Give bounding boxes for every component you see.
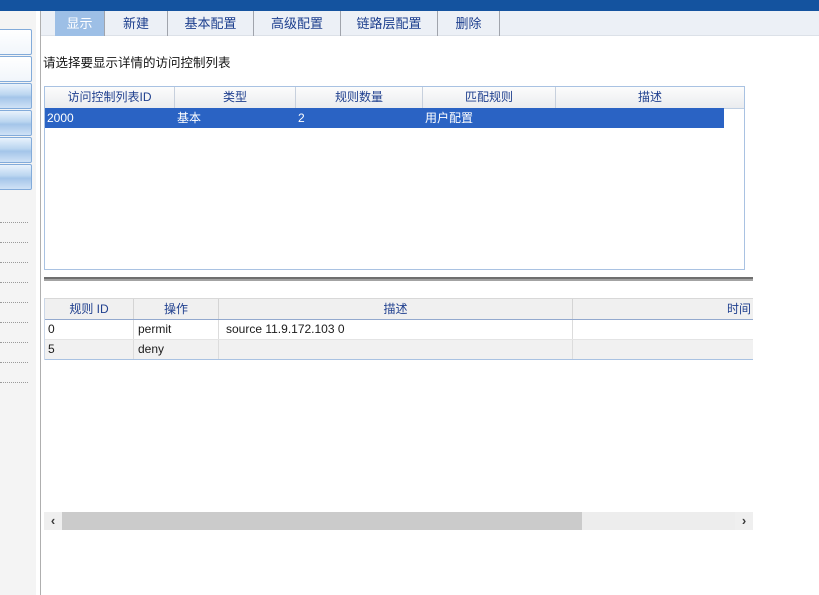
rule-header-id: 规则 ID (45, 299, 134, 319)
rule-table-row[interactable]: 0 permit source 11.9.172.103 0 (45, 320, 753, 340)
acl-table: 访问控制列表ID 类型 规则数量 匹配规则 描述 2000 基本 2 用户配置 (44, 86, 745, 270)
acl-table-header: 访问控制列表ID 类型 规则数量 匹配规则 描述 (45, 87, 744, 109)
acl-header-rule-count: 规则数量 (296, 87, 423, 108)
sidebar-button-1[interactable] (0, 29, 32, 55)
sidebar-button-4[interactable] (0, 110, 32, 136)
tab-basic-config[interactable]: 基本配置 (167, 11, 253, 36)
tab-show[interactable]: 显示 (55, 11, 104, 36)
rule-header-time: 时间 (726, 302, 751, 316)
rule-header-desc: 描述 (219, 299, 573, 319)
rule-cell-id: 5 (45, 340, 134, 359)
sidebar-button-6[interactable] (0, 164, 32, 190)
sidebar-menu-divider (0, 262, 28, 263)
tab-link-layer-config[interactable]: 链路层配置 (340, 11, 437, 36)
rule-table-viewport: 规则 ID 操作 描述 时间 0 permit source 11.9.172.… (44, 298, 753, 360)
rule-table: 规则 ID 操作 描述 时间 0 permit source 11.9.172.… (45, 298, 753, 360)
acl-header-type: 类型 (175, 87, 296, 108)
rule-table-row[interactable]: 5 deny (45, 340, 753, 360)
sidebar-menu-divider (0, 242, 28, 243)
main-pane: 显示 新建 基本配置 高级配置 链路层配置 删除 请选择要显示详情的访问控制列表… (41, 11, 819, 595)
tab-advanced-config[interactable]: 高级配置 (253, 11, 340, 36)
select-acl-hint: 请选择要显示详情的访问控制列表 (43, 56, 231, 70)
rule-header-action: 操作 (134, 299, 219, 319)
rule-cell-action: deny (134, 340, 219, 359)
sidebar-menu-divider (0, 362, 28, 363)
tab-new[interactable]: 新建 (104, 11, 167, 36)
scroll-left-icon[interactable]: ‹ (44, 512, 62, 530)
acl-cell-type: 基本 (177, 111, 202, 125)
action-tabbar: 显示 新建 基本配置 高级配置 链路层配置 删除 (41, 11, 819, 36)
acl-cell-match: 用户配置 (425, 111, 474, 125)
acl-cell-desc (556, 108, 724, 128)
acl-cell-rule-count: 2 (298, 111, 305, 125)
sidebar (0, 11, 36, 595)
acl-header-id: 访问控制列表ID (45, 87, 175, 108)
sidebar-button-3[interactable] (0, 83, 32, 109)
sidebar-menu-divider (0, 302, 28, 303)
scroll-right-icon[interactable]: › (735, 512, 753, 530)
horizontal-scrollbar[interactable]: ‹ › (44, 512, 753, 530)
tab-delete[interactable]: 删除 (437, 11, 500, 36)
sidebar-menu-divider (0, 382, 28, 383)
top-title-bar (0, 0, 819, 11)
sidebar-menu-divider (0, 222, 28, 223)
rule-cell-time (573, 320, 753, 339)
sidebar-menu-divider (0, 282, 28, 283)
rule-cell-action: permit (134, 320, 219, 339)
sidebar-menu-divider (0, 322, 28, 323)
rule-cell-id: 0 (45, 320, 134, 339)
acl-header-desc: 描述 (637, 90, 662, 104)
sidebar-button-5[interactable] (0, 137, 32, 163)
scrollbar-thumb[interactable] (62, 512, 582, 530)
rule-cell-desc (219, 340, 573, 359)
acl-table-row-selected[interactable]: 2000 基本 2 用户配置 (45, 108, 724, 128)
rule-cell-time (573, 340, 753, 359)
pane-splitter[interactable] (44, 277, 753, 281)
acl-cell-id: 2000 (47, 111, 74, 125)
rule-table-header: 规则 ID 操作 描述 时间 (45, 298, 753, 320)
sidebar-menu-divider (0, 342, 28, 343)
sidebar-button-2[interactable] (0, 56, 32, 82)
acl-header-match: 匹配规则 (423, 87, 556, 108)
rule-cell-desc: source 11.9.172.103 0 (219, 320, 573, 339)
